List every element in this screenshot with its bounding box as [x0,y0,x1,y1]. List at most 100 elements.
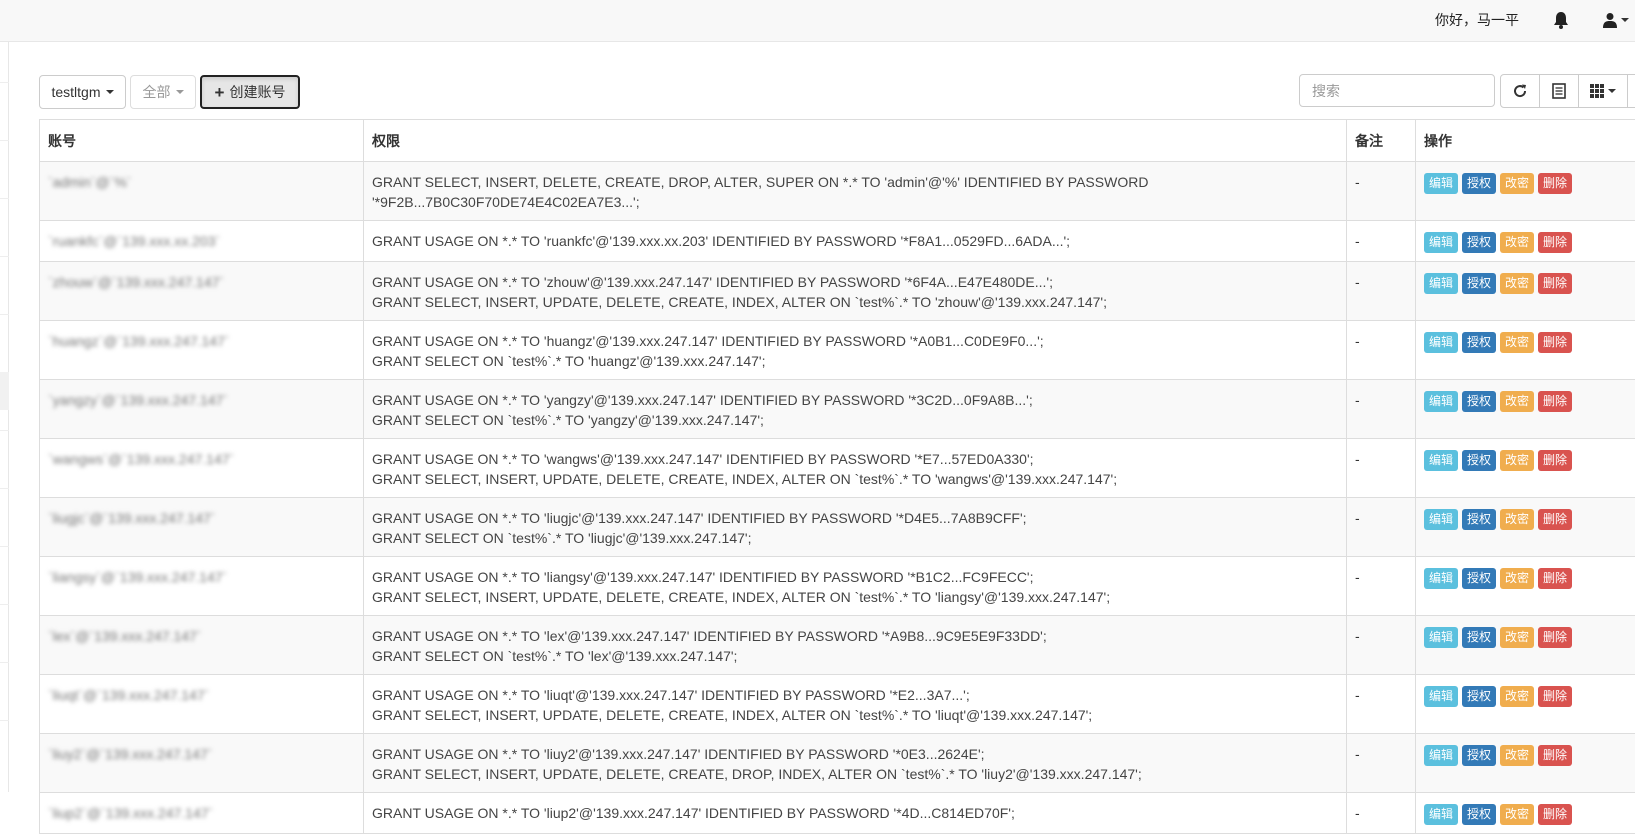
permission-line: GRANT USAGE ON *.* TO 'liuy2'@'139.xxx.2… [372,744,1338,764]
edit-button[interactable]: 编辑 [1424,273,1458,294]
change-password-button[interactable]: 改密 [1500,509,1534,530]
change-password-button[interactable]: 改密 [1500,745,1534,766]
edit-button[interactable]: 编辑 [1424,804,1458,825]
grant-button[interactable]: 授权 [1462,232,1496,253]
column-header-actions[interactable]: 操作 [1416,120,1635,162]
grant-button[interactable]: 授权 [1462,804,1496,825]
delete-button[interactable]: 删除 [1538,391,1572,412]
columns-dropdown-button[interactable] [1578,74,1628,108]
account-cell: `liuqt`@`139.xxx.247.147` [40,675,364,734]
actions-cell: 编辑授权改密删除 [1416,321,1635,380]
chevron-down-icon [176,90,184,94]
grant-button[interactable]: 授权 [1462,627,1496,648]
search-input[interactable] [1299,74,1495,107]
delete-button[interactable]: 删除 [1538,686,1572,707]
edit-button[interactable]: 编辑 [1424,568,1458,589]
permission-line: GRANT SELECT, INSERT, UPDATE, DELETE, CR… [372,764,1338,784]
grant-button[interactable]: 授权 [1462,173,1496,194]
chevron-down-icon [1621,18,1629,22]
list-view-icon [1552,83,1566,99]
note-cell: - [1347,557,1416,616]
edit-button[interactable]: 编辑 [1424,391,1458,412]
change-password-button[interactable]: 改密 [1500,391,1534,412]
column-header-note[interactable]: 备注 [1347,120,1416,162]
account-name: `liangsy`@`139.xxx.247.147` [48,567,355,587]
edit-button[interactable]: 编辑 [1424,173,1458,194]
grant-button[interactable]: 授权 [1462,450,1496,471]
change-password-button[interactable]: 改密 [1500,568,1534,589]
delete-button[interactable]: 删除 [1538,627,1572,648]
account-cell: `admin`@`%` [40,162,364,221]
permission-line: GRANT SELECT ON `test%`.* TO 'liugjc'@'1… [372,528,1338,548]
edit-button[interactable]: 编辑 [1424,332,1458,353]
delete-button[interactable]: 删除 [1538,173,1572,194]
change-password-button[interactable]: 改密 [1500,332,1534,353]
grant-button[interactable]: 授权 [1462,745,1496,766]
permissions-cell: GRANT USAGE ON *.* TO 'ruankfc'@'139.xxx… [364,221,1347,262]
edit-button[interactable]: 编辑 [1424,686,1458,707]
user-icon [1603,12,1617,28]
edit-button[interactable]: 编辑 [1424,450,1458,471]
top-navbar: 你好，马一平 [0,0,1635,42]
export-button[interactable] [1627,74,1635,108]
toggle-view-button[interactable] [1539,74,1579,108]
grant-button[interactable]: 授权 [1462,568,1496,589]
grant-button[interactable]: 授权 [1462,273,1496,294]
delete-button[interactable]: 删除 [1538,804,1572,825]
delete-button[interactable]: 删除 [1538,509,1572,530]
table-row: `wangws`@`139.xxx.247.147` GRANT USAGE ON… [40,439,1635,498]
bell-icon[interactable] [1553,11,1569,29]
permission-line: GRANT USAGE ON *.* TO 'wangws'@'139.xxx.… [372,449,1338,469]
permission-line: GRANT SELECT, INSERT, DELETE, CREATE, DR… [372,172,1338,192]
grant-button[interactable]: 授权 [1462,391,1496,412]
instance-dropdown-label: testltgm [51,84,100,100]
filter-dropdown[interactable]: 全部 [130,75,196,109]
edit-button[interactable]: 编辑 [1424,232,1458,253]
delete-button[interactable]: 删除 [1538,232,1572,253]
permissions-cell: GRANT USAGE ON *.* TO 'liugjc'@'139.xxx.… [364,498,1347,557]
delete-button[interactable]: 删除 [1538,450,1572,471]
grant-button[interactable]: 授权 [1462,509,1496,530]
create-account-button[interactable]: + 创建账号 [200,75,300,109]
instance-dropdown[interactable]: testltgm [39,75,126,109]
edit-button[interactable]: 编辑 [1424,627,1458,648]
change-password-button[interactable]: 改密 [1500,804,1534,825]
refresh-button[interactable] [1500,74,1540,108]
change-password-button[interactable]: 改密 [1500,173,1534,194]
delete-button[interactable]: 删除 [1538,332,1572,353]
user-menu-toggle[interactable] [1603,11,1633,29]
account-cell: `wangws`@`139.xxx.247.147` [40,439,364,498]
permissions-cell: GRANT USAGE ON *.* TO 'liangsy'@'139.xxx… [364,557,1347,616]
column-header-account[interactable]: 账号 [40,120,364,162]
edit-button[interactable]: 编辑 [1424,509,1458,530]
edit-button[interactable]: 编辑 [1424,745,1458,766]
actions-cell: 编辑授权改密删除 [1416,498,1635,557]
permission-line: GRANT USAGE ON *.* TO 'liangsy'@'139.xxx… [372,567,1338,587]
actions-cell: 编辑授权改密删除 [1416,616,1635,675]
table-toolbar-buttons [1500,74,1635,108]
account-cell: `ruankfc`@`139.xxx.xx.203` [40,221,364,262]
delete-button[interactable]: 删除 [1538,745,1572,766]
column-header-permissions[interactable]: 权限 [364,120,1347,162]
change-password-button[interactable]: 改密 [1500,627,1534,648]
plus-icon: + [215,84,225,101]
permission-line: GRANT USAGE ON *.* TO 'lex'@'139.xxx.247… [372,626,1338,646]
change-password-button[interactable]: 改密 [1500,273,1534,294]
actions-cell: 编辑授权改密删除 [1416,262,1635,321]
permissions-cell: GRANT USAGE ON *.* TO 'liup2'@'139.xxx.2… [364,793,1347,834]
change-password-button[interactable]: 改密 [1500,686,1534,707]
permission-line: GRANT USAGE ON *.* TO 'liugjc'@'139.xxx.… [372,508,1338,528]
grant-button[interactable]: 授权 [1462,686,1496,707]
delete-button[interactable]: 删除 [1538,273,1572,294]
change-password-button[interactable]: 改密 [1500,450,1534,471]
account-name: `admin`@`%` [48,172,355,192]
grant-button[interactable]: 授权 [1462,332,1496,353]
permission-line: GRANT USAGE ON *.* TO 'yangzy'@'139.xxx.… [372,390,1338,410]
change-password-button[interactable]: 改密 [1500,232,1534,253]
table-row: `liangsy`@`139.xxx.247.147` GRANT USAGE O… [40,557,1635,616]
permission-line: GRANT SELECT ON `test%`.* TO 'yangzy'@'1… [372,410,1338,430]
permission-line: GRANT SELECT, INSERT, UPDATE, DELETE, CR… [372,469,1338,489]
chevron-down-icon [106,90,114,94]
delete-button[interactable]: 删除 [1538,568,1572,589]
table-row: `lex`@`139.xxx.247.147`GRANT USAGE ON *.… [40,616,1635,675]
